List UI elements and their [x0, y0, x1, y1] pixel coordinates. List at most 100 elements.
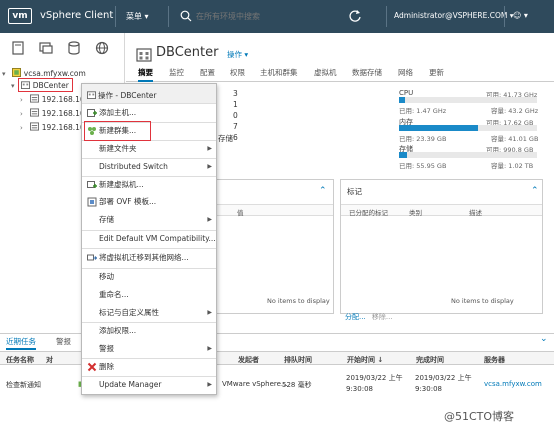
task-server-link[interactable]: vcsa.mfyxw.com [484, 380, 542, 388]
assign-tag-link[interactable]: 分配... [345, 313, 366, 321]
tab-recent-tasks[interactable]: 近期任务 [6, 336, 36, 350]
collapse-icon[interactable]: ⌃ [319, 186, 327, 196]
column-header: 描述 [469, 209, 482, 217]
menu-item-label: Edit Default VM Compatibility... [99, 234, 216, 243]
tags-card: 标记 ⌃ 已分配的标记 类别 描述 No items to display 分配… [340, 179, 543, 321]
storage-used: 已用: 55.95 GB [399, 162, 447, 170]
column-header-value: 值 [237, 209, 244, 217]
storage-icon[interactable] [67, 41, 81, 55]
tab-vms[interactable]: 虚拟机 [314, 67, 337, 78]
tab-permissions[interactable]: 权限 [230, 67, 245, 78]
tab-configure[interactable]: 配置 [200, 67, 215, 78]
empty-message: No items to display [451, 297, 514, 305]
menu-item-new-vm[interactable]: 新建虚拟机... [82, 178, 216, 192]
new-vm-icon [87, 181, 97, 188]
table-header: 值 [217, 204, 333, 217]
column-header-server[interactable]: 服务器 [484, 355, 505, 365]
menu-item-edit-vm-compat[interactable]: Edit Default VM Compatibility... [82, 232, 216, 246]
remove-tag-link[interactable]: 移除... [372, 313, 393, 321]
task-start: 2019/03/22 上午 9:30:08 [346, 374, 403, 393]
task-initiator: VMware vSphere... [222, 380, 288, 388]
user-menu[interactable]: Administrator@VSPHERE.COM ▾ [394, 11, 514, 20]
inventory-tabs [0, 33, 125, 61]
menu-item-new-folder[interactable]: 新建文件夹 ▶ [82, 142, 216, 156]
networking-icon[interactable] [95, 41, 109, 55]
cpu-bar [399, 97, 537, 103]
task-queued: 528 毫秒 [282, 381, 312, 389]
column-header-queued[interactable]: 排队时间 [284, 355, 312, 365]
vms-templates-icon[interactable] [39, 41, 53, 55]
cpu-capacity: 容量: 43.2 GHz [491, 107, 539, 115]
global-search[interactable] [178, 8, 323, 24]
menu-button[interactable]: 菜单 ▾ [126, 11, 149, 22]
host-icon [30, 108, 40, 117]
header-divider [168, 6, 169, 27]
menu-item-alarms[interactable]: 警报 ▶ [82, 342, 216, 356]
hosts-clusters-icon[interactable] [11, 41, 25, 55]
menu-divider [82, 358, 216, 359]
chevron-down-icon[interactable]: ▾ [2, 68, 10, 81]
menu-divider [82, 158, 216, 159]
vcenter-icon [12, 68, 22, 77]
column-header-target[interactable]: 对 [46, 355, 53, 365]
tab-summary[interactable]: 摘要 [138, 67, 153, 82]
submenu-arrow-icon: ▶ [207, 216, 212, 223]
menu-divider [82, 230, 216, 231]
column-header: 已分配的标记 [349, 209, 388, 217]
column-header-start[interactable]: 开始时间 ↓ [347, 355, 383, 365]
submenu-arrow-icon: ▶ [207, 163, 212, 170]
cpu-label: CPU [399, 89, 414, 97]
tab-updates[interactable]: 更新 [429, 67, 444, 78]
storage-capacity: 容量: 1.02 TB [491, 162, 534, 170]
cpu-bar-fill [399, 97, 405, 103]
context-menu-title: 操作 - DBCenter [98, 91, 157, 100]
help-menu[interactable]: ☺ ▾ [513, 11, 528, 20]
submenu-arrow-icon: ▶ [207, 381, 212, 388]
refresh-icon[interactable] [348, 9, 362, 23]
column-header-complete[interactable]: 完成时间 [416, 355, 444, 365]
tab-networks[interactable]: 网络 [398, 67, 413, 78]
menu-item-delete[interactable]: 删除 [82, 360, 216, 374]
tab-hosts-clusters[interactable]: 主机和群集 [260, 67, 298, 78]
host-icon [30, 94, 40, 103]
highlight-box [18, 78, 73, 92]
chevron-right-icon[interactable]: › [20, 94, 28, 107]
collapse-icon[interactable]: ⌃ [531, 186, 539, 196]
table-header: 已分配的标记 类别 描述 [341, 204, 542, 217]
top-header: vm vSphere Client 菜单 ▾ Administrator@VSP… [0, 0, 554, 33]
menu-divider [82, 322, 216, 323]
menu-item-move[interactable]: 移动 [82, 270, 216, 284]
column-header-initiator[interactable]: 发起者 [238, 355, 259, 365]
tab-monitor[interactable]: 监控 [169, 67, 184, 78]
header-divider [386, 6, 387, 27]
menu-item-migrate-network[interactable]: 将虚拟机迁移到其他网络... [82, 251, 216, 265]
tree-item-label: vcsa.mfyxw.com [23, 69, 86, 78]
menu-item-storage[interactable]: 存储 ▶ [82, 213, 216, 227]
menu-item-update-manager[interactable]: Update Manager ▶ [82, 378, 216, 392]
search-input[interactable] [196, 8, 321, 24]
menu-item-distributed-switch[interactable]: Distributed Switch ▶ [82, 160, 216, 174]
menu-item-deploy-ovf[interactable]: 部署 OVF 模板... [82, 195, 216, 209]
menu-item-label: 警报 [99, 344, 114, 353]
memory-bar-fill [399, 125, 478, 131]
menu-item-rename[interactable]: 重命名... [82, 288, 216, 302]
count-value: 3 [233, 89, 238, 98]
menu-item-label: 添加权限... [99, 326, 137, 335]
menu-item-tags-attributes[interactable]: 标记与自定义属性 ▶ [82, 306, 216, 320]
actions-menu[interactable]: 操作 ▾ [227, 49, 248, 60]
chevron-right-icon[interactable]: › [20, 108, 28, 121]
menu-item-label: 新建文件夹 [99, 144, 137, 153]
column-header-task-name[interactable]: 任务名称 [6, 355, 34, 365]
collapse-panel-icon[interactable]: ⌄ [540, 334, 548, 344]
column-header: 类别 [409, 209, 422, 217]
tab-datastores[interactable]: 数据存储 [352, 67, 382, 78]
menu-item-label: 添加主机... [99, 108, 137, 117]
tab-alarms[interactable]: 警报 [56, 336, 71, 347]
chevron-right-icon[interactable]: › [20, 122, 28, 135]
menu-item-add-permission[interactable]: 添加权限... [82, 324, 216, 338]
submenu-arrow-icon: ▶ [207, 345, 212, 352]
menu-item-add-host[interactable]: 添加主机... [82, 106, 216, 120]
app-title: vSphere Client [40, 10, 114, 21]
menu-divider [82, 248, 216, 249]
count-value: 7 [233, 122, 238, 131]
